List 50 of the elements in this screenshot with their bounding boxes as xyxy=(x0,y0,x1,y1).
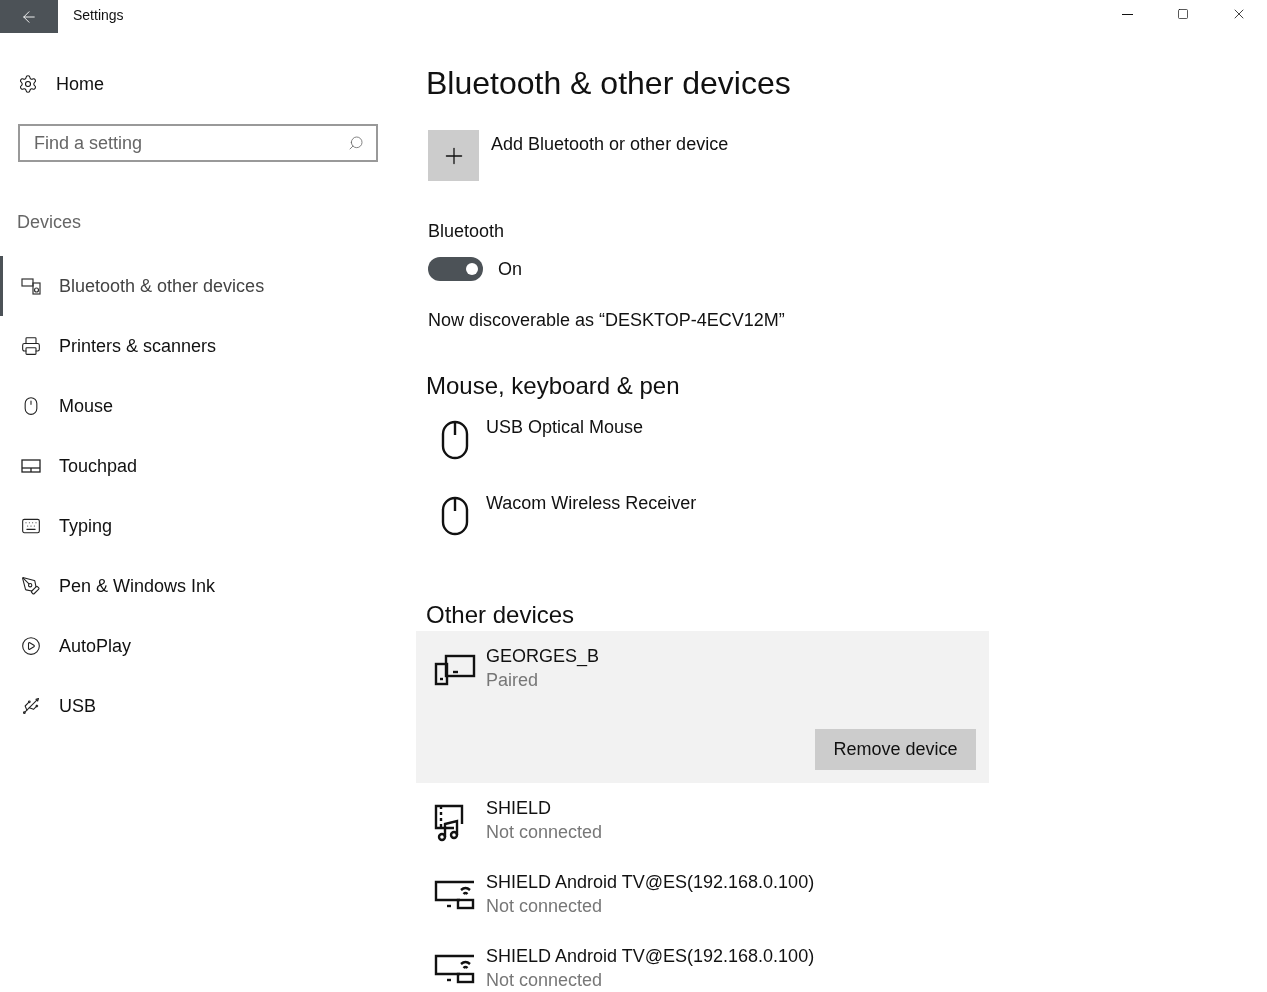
device-name: SHIELD Android TV@ES(192.168.0.100) xyxy=(486,871,815,894)
page-title: Bluetooth & other devices xyxy=(426,64,792,103)
maximize-icon xyxy=(1177,8,1189,20)
remove-device-button[interactable]: Remove device xyxy=(815,729,976,770)
home-nav-item[interactable]: Home xyxy=(0,72,416,96)
window-title: Settings xyxy=(73,6,124,25)
pen-icon xyxy=(21,576,41,596)
nav-item[interactable]: Typing xyxy=(0,496,416,556)
add-device-button[interactable] xyxy=(428,130,479,181)
autoplay-icon xyxy=(21,636,41,656)
section-heading: Other devices xyxy=(426,600,575,630)
nav-item[interactable]: Pen & Windows Ink xyxy=(0,556,416,616)
device-status: Paired xyxy=(486,669,540,692)
nav-item[interactable]: USB xyxy=(0,676,416,736)
search-field[interactable]: Find a setting xyxy=(18,124,378,162)
device-item[interactable]: Wacom Wireless Receiver xyxy=(416,478,989,554)
search-icon xyxy=(348,135,364,151)
discoverable-text: Now discoverable as “DESKTOP-4ECV12M” xyxy=(428,309,786,332)
bluetooth-toggle[interactable] xyxy=(428,257,483,281)
touchpad-icon xyxy=(21,456,41,476)
add-device-label[interactable]: Add Bluetooth or other device xyxy=(491,132,729,156)
device-name: SHIELD Android TV@ES(192.168.0.100) xyxy=(486,945,815,968)
keyboard-icon xyxy=(21,516,41,536)
bluetooth-label: Bluetooth xyxy=(428,220,506,243)
gear-icon xyxy=(18,74,38,94)
device-item[interactable]: USB Optical Mouse xyxy=(416,402,989,478)
device-item[interactable]: SHIELD Android TV@ES(192.168.0.100) Not connected xyxy=(416,857,989,931)
section-label: Devices xyxy=(17,211,83,234)
nav-item[interactable]: AutoPlay xyxy=(0,616,416,676)
device-item[interactable]: SHIELD Android TV@ES(192.168.0.100) Not connected xyxy=(416,931,989,992)
device-status: Not connected xyxy=(486,969,604,992)
nav-item[interactable]: Bluetooth & other devices xyxy=(0,256,416,316)
minimize-icon xyxy=(1121,13,1133,15)
device-name: Wacom Wireless Receiver xyxy=(486,492,697,515)
device-item[interactable]: SHIELD Not connected xyxy=(416,783,989,857)
nav-item[interactable]: Mouse xyxy=(0,376,416,436)
nav-item[interactable]: Touchpad xyxy=(0,436,416,496)
device-name: USB Optical Mouse xyxy=(486,416,644,439)
usb-icon xyxy=(21,696,41,716)
device-item[interactable]: GEORGES_B Paired Remove device xyxy=(416,631,989,783)
device-name: SHIELD xyxy=(486,797,553,820)
toggle-state: On xyxy=(498,258,522,281)
device-name: GEORGES_B xyxy=(486,645,600,668)
section-heading: Mouse, keyboard & pen xyxy=(426,371,680,401)
nav-item[interactable]: Printers & scanners xyxy=(0,316,416,376)
device-status: Not connected xyxy=(486,821,603,844)
back-button[interactable] xyxy=(0,0,58,33)
device-status: Not connected xyxy=(486,895,604,918)
keyboard-speaker-icon xyxy=(21,276,41,296)
printer-icon xyxy=(21,336,41,356)
